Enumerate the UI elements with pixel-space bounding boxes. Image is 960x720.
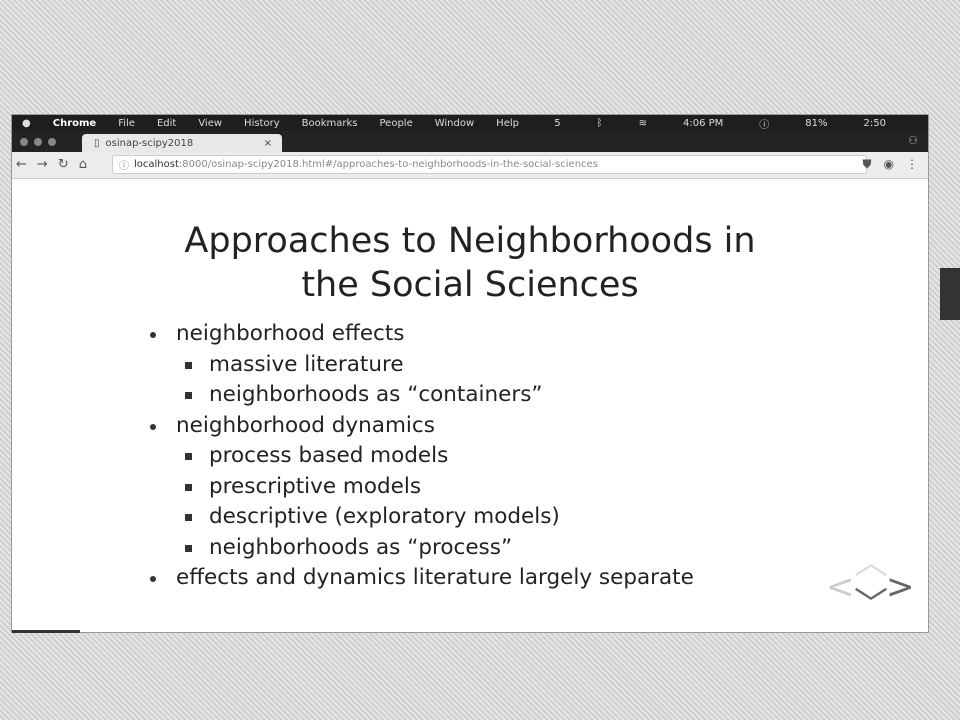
nav-down-icon[interactable]: ﹀ bbox=[854, 588, 888, 622]
notification-count[interactable]: 5 bbox=[554, 118, 560, 129]
home-icon[interactable]: ⌂ bbox=[79, 157, 87, 172]
status-area: 5 ᛒ ≋ 4:06 PM ⓘ 81% 2:50 bbox=[554, 115, 908, 131]
bullet-item: prescriptive models bbox=[150, 472, 694, 503]
menu-view[interactable]: View bbox=[198, 118, 222, 129]
window-controls bbox=[20, 138, 56, 146]
bullet-item: neighborhood dynamics bbox=[150, 411, 694, 442]
tab-bar: ▯ osinap-scipy2018 × ⚇ bbox=[12, 131, 928, 152]
url-input[interactable]: ⓘ localhost:8000/osinap-scipy2018.html#/… bbox=[112, 155, 867, 174]
menu-window[interactable]: Window bbox=[435, 118, 474, 129]
nav-left-icon[interactable]: < bbox=[826, 570, 855, 604]
bullet-item: massive literature bbox=[150, 350, 694, 381]
reload-icon[interactable]: ↻ bbox=[58, 157, 69, 172]
bullet-item: effects and dynamics literature largely … bbox=[150, 563, 694, 594]
menu-help[interactable]: Help bbox=[496, 118, 519, 129]
apple-icon[interactable]: ● bbox=[22, 118, 31, 129]
menu-bar: ● Chrome File Edit View History Bookmark… bbox=[12, 115, 928, 131]
menu-people[interactable]: People bbox=[380, 118, 413, 129]
slide: Approaches to Neighborhoods in the Socia… bbox=[12, 179, 928, 632]
bluetooth-icon[interactable]: ᛒ bbox=[597, 118, 603, 129]
address-bar-row: ← → ↻ ⌂ ⓘ localhost:8000/osinap-scipy201… bbox=[12, 152, 928, 179]
minimize-button[interactable] bbox=[34, 138, 42, 146]
menu-kebab-icon[interactable]: ⋮ bbox=[906, 157, 918, 172]
menu-edit[interactable]: Edit bbox=[157, 118, 176, 129]
wifi-icon[interactable]: ≋ bbox=[639, 118, 647, 129]
time-display[interactable]: 4:06 PM bbox=[683, 118, 723, 129]
back-icon[interactable]: ← bbox=[16, 157, 27, 172]
nav-up-icon[interactable]: ︿ bbox=[854, 546, 888, 580]
tab-close-icon[interactable]: × bbox=[264, 138, 272, 149]
url-path: :8000/osinap-scipy2018.html#/approaches-… bbox=[178, 159, 598, 170]
slide-navigation: ︿ < > ﹀ bbox=[826, 546, 915, 622]
bullet-item: neighborhoods as “process” bbox=[150, 533, 694, 564]
tab-active[interactable]: ▯ osinap-scipy2018 × bbox=[82, 134, 282, 152]
battery-percent[interactable]: 81% bbox=[805, 118, 827, 129]
info-icon[interactable]: ⓘ bbox=[759, 116, 769, 131]
forward-icon[interactable]: → bbox=[37, 157, 48, 172]
browser-window: ● Chrome File Edit View History Bookmark… bbox=[12, 115, 928, 632]
bullet-list: neighborhood effects massive literature ne… bbox=[150, 319, 694, 594]
url-host: localhost bbox=[134, 159, 179, 170]
progress-bar bbox=[12, 630, 80, 633]
bullet-item: descriptive (exploratory models) bbox=[150, 502, 694, 533]
menu-bookmarks[interactable]: Bookmarks bbox=[302, 118, 358, 129]
clock-2[interactable]: 2:50 bbox=[864, 118, 886, 129]
extension-icon[interactable]: ◉ bbox=[884, 157, 894, 172]
extension-shield-icon[interactable]: ⛊ bbox=[863, 157, 872, 172]
page-icon: ▯ bbox=[94, 137, 100, 149]
incognito-icon: ⚇ bbox=[908, 134, 918, 147]
maximize-button[interactable] bbox=[48, 138, 56, 146]
bullet-item: neighborhoods as “containers” bbox=[150, 380, 694, 411]
side-panel bbox=[940, 268, 960, 320]
info-icon[interactable]: ⓘ bbox=[119, 157, 129, 172]
title-line-1: Approaches to Neighborhoods in bbox=[184, 221, 756, 261]
title-line-2: the Social Sciences bbox=[301, 265, 639, 305]
tab-title: osinap-scipy2018 bbox=[105, 137, 194, 149]
menu-chrome[interactable]: Chrome bbox=[53, 118, 96, 129]
slide-title: Approaches to Neighborhoods in the Socia… bbox=[12, 219, 928, 307]
close-window-button[interactable] bbox=[20, 138, 28, 146]
bullet-item: process based models bbox=[150, 441, 694, 472]
menu-file[interactable]: File bbox=[118, 118, 135, 129]
nav-right-icon[interactable]: > bbox=[886, 570, 915, 604]
bullet-item: neighborhood effects bbox=[150, 319, 694, 350]
menu-history[interactable]: History bbox=[244, 118, 280, 129]
